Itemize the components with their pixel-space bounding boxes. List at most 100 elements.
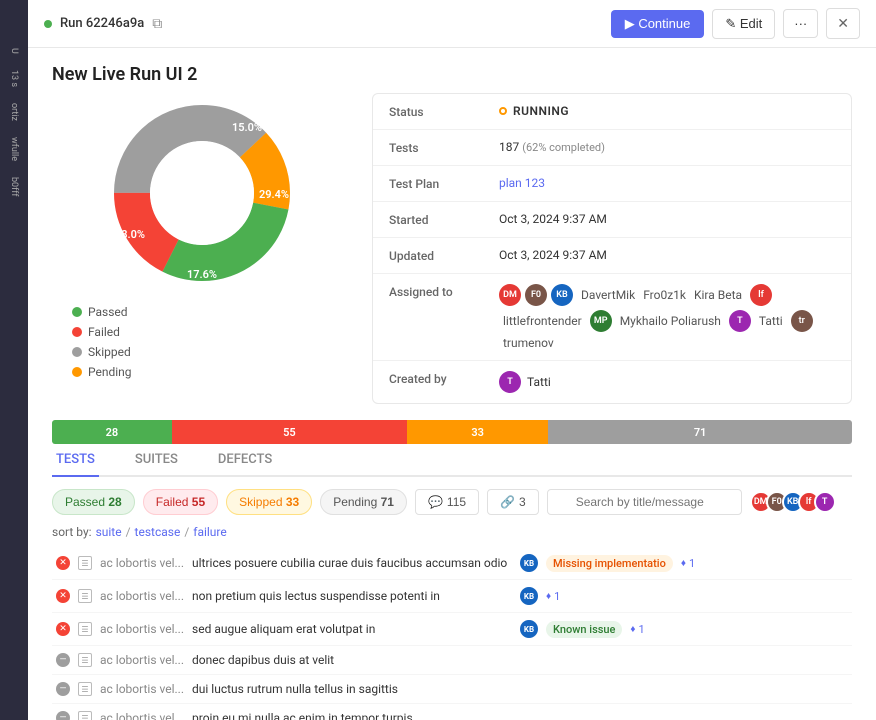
close-button[interactable]: ✕ [826, 8, 860, 39]
sort-label: sort by: [52, 525, 92, 539]
stats-label-updated: Updated [389, 248, 499, 263]
sort-sep-2: / [184, 525, 189, 539]
filter-failed-label: Failed [156, 495, 189, 509]
status-icon: — [56, 682, 70, 696]
stats-row-tests: Tests 187 (62% completed) [373, 130, 851, 166]
progress-skipped-label: 33 [471, 426, 484, 439]
legend-label-pending: Pending [88, 365, 132, 379]
tab-suites[interactable]: SUITES [131, 444, 182, 477]
legend-dot-failed [72, 327, 82, 337]
link-icon: 🔗 [500, 495, 515, 509]
avatar-froozik: F0 [525, 284, 547, 306]
messages-btn[interactable]: 💬 115 [415, 489, 479, 515]
stats-value-created: T Tatti [499, 371, 835, 393]
legend-label-failed: Failed [88, 325, 120, 339]
avatar-tatti: T [729, 310, 751, 332]
test-name: ultrices posuere cubilia curae duis fauc… [192, 556, 512, 570]
filter-skipped-label: Skipped [239, 495, 282, 509]
tab-tests[interactable]: TESTS [52, 444, 99, 477]
donut-svg: 29.4% 17.6% 38.0% 15.0% [102, 93, 302, 293]
main-content: Run 62246a9a ⧉ ▶ Continue ✎ Edit ··· ✕ N… [28, 0, 876, 720]
issue-tag: Known issue [546, 621, 622, 638]
test-row[interactable]: — ☰ ac lobortis vel... donec dapibus dui… [52, 646, 852, 675]
assignee-name-trumenov: trumenov [503, 336, 554, 350]
edit-button[interactable]: ✎ Edit [712, 9, 775, 39]
legend-pending: Pending [72, 365, 352, 379]
sort-failure[interactable]: failure [193, 525, 226, 539]
file-icon: ☰ [78, 556, 92, 570]
link-count: ♦1 [681, 557, 695, 570]
donut-chart: 29.4% 17.6% 38.0% 15.0% [102, 93, 302, 293]
filter-pending[interactable]: Pending 71 [320, 489, 407, 515]
chart-section: 29.4% 17.6% 38.0% 15.0% Passed Failed [52, 93, 352, 404]
filter-pending-label: Pending [333, 495, 377, 509]
search-input[interactable] [547, 489, 742, 515]
stats-value-updated: Oct 3, 2024 9:37 AM [499, 248, 835, 262]
file-icon: ☰ [78, 589, 92, 603]
filter-passed[interactable]: Passed 28 [52, 489, 135, 515]
assignee-name-davertmik: DavertMik [581, 288, 635, 302]
chart-label-passed: 29.4% [259, 188, 289, 201]
legend-dot-passed [72, 307, 82, 317]
assignee-name-froozik: Fro0z1k [643, 288, 686, 302]
test-row[interactable]: ✕ ☰ ac lobortis vel... non pretium quis … [52, 580, 852, 613]
tabs-section: TESTS SUITES DEFECTS Passed 28 Failed 55… [28, 444, 876, 720]
test-name: non pretium quis lectus suspendisse pote… [192, 589, 512, 603]
legend-dot-pending [72, 367, 82, 377]
links-btn[interactable]: 🔗 3 [487, 489, 539, 515]
test-name: sed augue aliquam erat volutpat in [192, 622, 512, 636]
sidebar-label-2: ortiz [9, 103, 19, 121]
donut-center [150, 141, 254, 245]
link-count: ♦1 [630, 623, 644, 636]
progress-passed: 28 [52, 420, 172, 444]
stats-row-testplan: Test Plan plan 123 [373, 166, 851, 202]
legend-failed: Failed [72, 325, 352, 339]
test-row[interactable]: — ☰ ac lobortis vel... dui luctus rutrum… [52, 675, 852, 704]
legend-label-passed: Passed [88, 305, 128, 319]
filter-passed-label: Passed [65, 495, 105, 509]
legend-passed: Passed [72, 305, 352, 319]
header: Run 62246a9a ⧉ ▶ Continue ✎ Edit ··· ✕ [28, 0, 876, 48]
stats-label-started: Started [389, 212, 499, 227]
sidebar-label-3: wfulle [9, 137, 19, 161]
stats-row-started: Started Oct 3, 2024 9:37 AM [373, 202, 851, 238]
avatar-littlefrontender: lf [750, 284, 772, 306]
file-icon: ☰ [78, 653, 92, 667]
stats-label-tests: Tests [389, 140, 499, 155]
testplan-link[interactable]: plan 123 [499, 176, 545, 190]
filter-failed[interactable]: Failed 55 [143, 489, 218, 515]
tab-defects[interactable]: DEFECTS [214, 444, 276, 477]
assignee-name-mykhailo: Mykhailo Poliarush [620, 314, 721, 328]
test-tag-avatar: KB [520, 620, 538, 638]
test-suite: ac lobortis vel... [100, 622, 184, 636]
status-icon: ✕ [56, 556, 70, 570]
filter-failed-count: 55 [192, 495, 205, 509]
test-suite: ac lobortis vel... [100, 653, 184, 667]
test-row[interactable]: ✕ ☰ ac lobortis vel... ultrices posuere … [52, 547, 852, 580]
more-button[interactable]: ··· [783, 9, 818, 38]
sidebar-label-4: b0fff [9, 177, 19, 197]
creator-name: Tatti [527, 375, 551, 389]
stats-label-testplan: Test Plan [389, 176, 499, 191]
test-name: proin eu mi nulla ac enim in tempor turp… [192, 711, 512, 720]
sort-suite[interactable]: suite [96, 525, 122, 539]
test-row[interactable]: ✕ ☰ ac lobortis vel... sed augue aliquam… [52, 613, 852, 646]
avatar-mykhailo: MP [590, 310, 612, 332]
sort-testcase[interactable]: testcase [135, 525, 181, 539]
stats-row-updated: Updated Oct 3, 2024 9:37 AM [373, 238, 851, 274]
file-icon: ☰ [78, 622, 92, 636]
sort-sep-1: / [126, 525, 131, 539]
tests-pct: (62% completed) [522, 141, 605, 154]
test-name: dui luctus rutrum nulla tellus in sagitt… [192, 682, 512, 696]
continue-button[interactable]: ▶ Continue [611, 10, 705, 38]
filter-skipped[interactable]: Skipped 33 [226, 489, 312, 515]
header-right: ▶ Continue ✎ Edit ··· ✕ [611, 8, 860, 39]
sort-bar: sort by: suite / testcase / failure [52, 525, 852, 539]
creator-avatar: T [499, 371, 521, 393]
sidebar: U 13 s ortiz wfulle b0fff [0, 0, 28, 720]
test-list: ✕ ☰ ac lobortis vel... ultrices posuere … [52, 547, 852, 720]
test-row[interactable]: — ☰ ac lobortis vel... proin eu mi nulla… [52, 704, 852, 720]
copy-icon[interactable]: ⧉ [152, 16, 162, 32]
progress-failed-label: 55 [283, 426, 296, 439]
progress-skipped: 33 [407, 420, 548, 444]
